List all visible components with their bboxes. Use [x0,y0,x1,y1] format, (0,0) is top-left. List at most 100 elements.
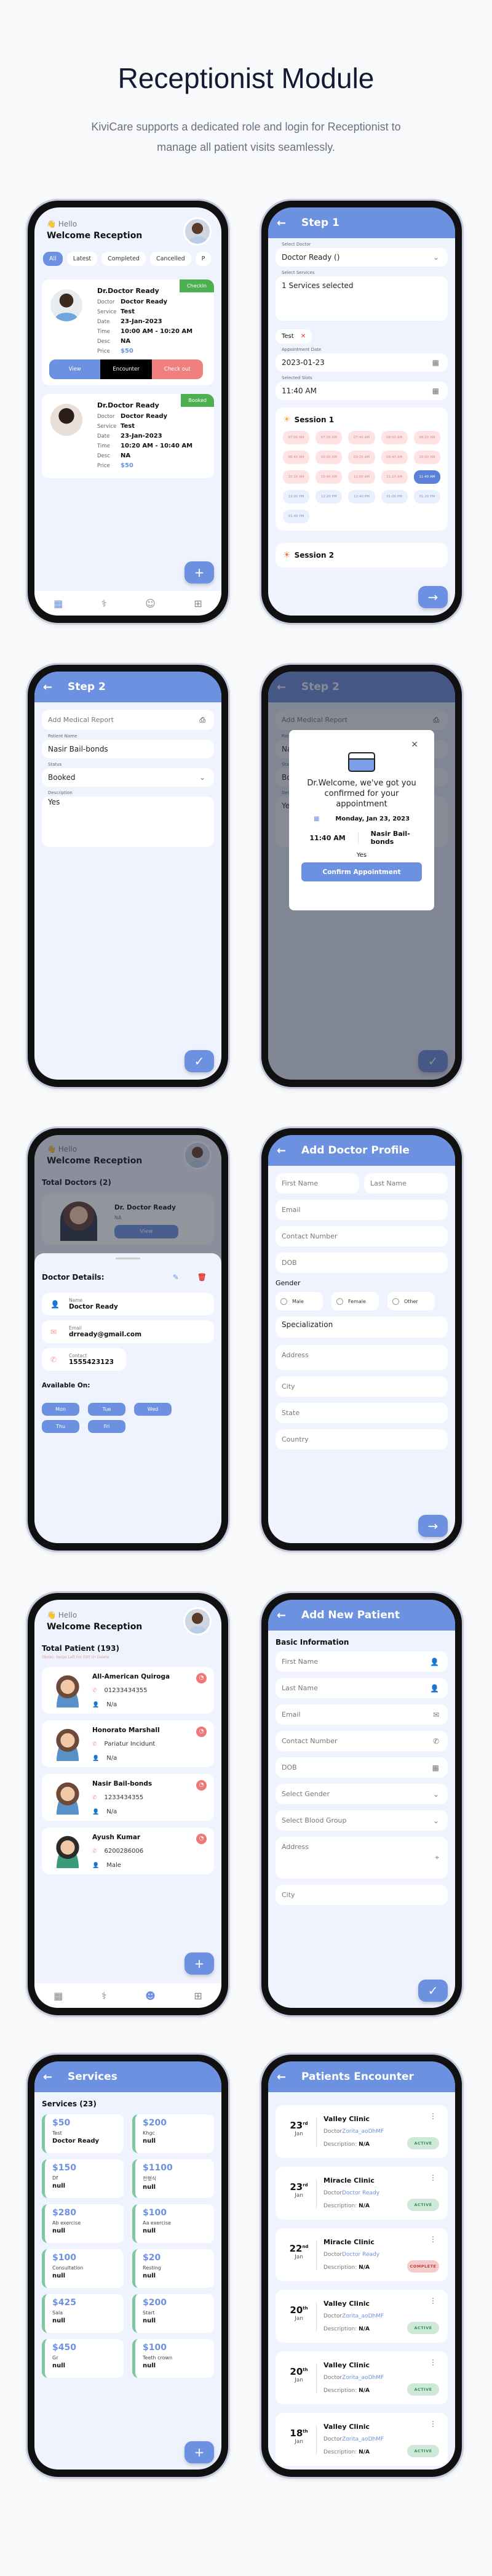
dashboard-gauge-icon[interactable]: ◔ [196,1673,207,1683]
service-card[interactable]: $280 Ab exercise null [42,2204,124,2243]
patient-card[interactable]: Honorato Marshall ✆ Pariatur Incidunt 👤 N/a ◔ [42,1720,214,1767]
close-icon[interactable]: ✕ [411,740,418,750]
time-slot[interactable]: 08:40 AM [283,451,310,464]
service-card[interactable]: $200 Khgc null [132,2114,214,2153]
time-slot[interactable]: 09:40 AM [381,451,408,464]
address-input[interactable]: Address ⌖ [276,1837,448,1879]
encounter-card[interactable]: 20th Jan Valley Clinic DoctorZorita_aoDhMF D… [276,2290,448,2343]
filter-latest[interactable]: Latest [66,252,98,266]
first-name-input[interactable]: First Name [276,1173,359,1194]
medical-report-upload[interactable]: Add Medical Report ⎙ [42,710,214,730]
encounter-card[interactable]: 23rd Jan Miracle Clinic DoctorDoctor Ready D… [276,2167,448,2220]
next-button[interactable]: → [418,1515,448,1537]
filter-all[interactable]: All [43,252,63,266]
service-card[interactable]: $150 Df null [42,2159,124,2198]
time-slot[interactable]: 01:40 PM [283,510,310,523]
doctor-icon[interactable]: ⚕ [101,598,107,609]
service-card[interactable]: $100 Consultation null [42,2249,124,2288]
last-name-input[interactable]: Last Name [364,1173,448,1194]
patient-field[interactable]: Nasir Bail-bonds [42,740,214,758]
service-card[interactable]: $20 Resting null [132,2249,214,2288]
submit-button[interactable]: ✓ [184,1050,214,1072]
time-slot[interactable]: 12:20 PM [315,490,343,504]
time-slot[interactable]: 08:20 AM [413,431,440,444]
patient-card[interactable]: All-American Quiroga ✆ 01233434355 👤 N/a ◔ [42,1667,214,1714]
calendar-icon[interactable]: ▦ [54,598,63,609]
last-name-input[interactable]: Last Name 👤 [276,1678,448,1698]
service-card[interactable]: $425 Sala null [42,2294,124,2333]
time-slot[interactable]: 08:00 AM [381,431,408,444]
more-vert-icon[interactable]: ⋮ [429,2359,437,2366]
back-arrow-icon[interactable]: ← [43,2071,68,2084]
address-input[interactable]: Address [276,1345,448,1370]
contact-input[interactable]: Contact Number ✆ [276,1731,448,1751]
doctor-icon[interactable]: ⚕ [101,1990,107,2002]
blood-group-select[interactable]: Select Blood Group ⌄ [276,1810,448,1831]
filter-more[interactable]: P [195,252,212,266]
time-slot[interactable]: 07:00 AM [283,431,310,444]
time-slot[interactable]: 11:20 AM [381,470,408,484]
time-slot[interactable]: 11:40 AM [413,470,440,484]
encounter-button[interactable]: Encounter [100,359,152,379]
city-input[interactable]: City [276,1885,448,1905]
checkout-button[interactable]: Check out [151,359,203,379]
patients-icon[interactable]: ☻ [145,1990,156,2002]
country-input[interactable]: Country [276,1429,448,1450]
date-field[interactable]: 2023-01-23 ▦ [276,353,448,372]
time-slot[interactable]: 09:00 AM [315,451,343,464]
grid-icon[interactable]: ⊞ [194,1990,202,2002]
dob-input[interactable]: DOB ▦ [276,1757,448,1778]
time-slot[interactable]: 07:40 AM [348,431,375,444]
appointment-card[interactable]: CheckIn Dr.Doctor Ready Doctor Doctor Rea… [42,279,214,385]
specialization-select[interactable]: Specialization [276,1317,448,1338]
service-card[interactable]: $1100 전형식 null [132,2159,214,2198]
more-vert-icon[interactable]: ⋮ [429,2297,437,2305]
edit-icon[interactable]: ✎ [173,1273,179,1282]
gender-male-radio[interactable]: Male [276,1292,323,1310]
gender-female-radio[interactable]: Female [331,1292,379,1310]
patients-icon[interactable]: ☺ [145,598,156,609]
time-slot[interactable]: 01:00 PM [381,490,408,504]
service-card[interactable]: $100 Teeth crown null [132,2339,214,2378]
email-input[interactable]: Email [276,1200,448,1220]
back-arrow-icon[interactable]: ← [277,2071,301,2084]
confirm-appointment-button[interactable]: Confirm Appointment [301,862,422,881]
next-button[interactable]: → [418,586,448,608]
encounter-card[interactable]: 22nd Jan Miracle Clinic DoctorDoctor Ready D… [276,2228,448,2281]
drag-handle[interactable] [116,1258,140,1259]
grid-icon[interactable]: ⊞ [194,598,202,609]
dashboard-gauge-icon[interactable]: ◔ [196,1834,207,1844]
email-input[interactable]: Email ✉ [276,1704,448,1725]
dashboard-gauge-icon[interactable]: ◔ [196,1727,207,1737]
city-input[interactable]: City [276,1376,448,1397]
time-slot[interactable]: 11:00 AM [348,470,375,484]
patient-card[interactable]: Ayush Kumar ✆ 6200286006 👤 Male ◔ [42,1828,214,1874]
add-service-button[interactable]: + [184,2441,214,2463]
filter-cancelled[interactable]: Cancelled [149,252,191,266]
delete-icon[interactable]: 🗑 [197,1273,207,1282]
encounter-card[interactable]: 18th Jan Valley Clinic DoctorZorita_aoDhMF D… [276,2413,448,2466]
more-vert-icon[interactable]: ⋮ [429,2420,437,2428]
back-arrow-icon[interactable]: ← [277,217,301,230]
description-field[interactable]: Yes [42,796,214,847]
dashboard-gauge-icon[interactable]: ◔ [196,1780,207,1791]
service-card[interactable]: $200 Start null [132,2294,214,2333]
filter-completed[interactable]: Completed [101,252,146,266]
encounter-card[interactable]: 23rd Jan Valley Clinic DoctorZorita_aoDhMF D… [276,2105,448,2158]
profile-avatar[interactable] [183,217,212,246]
services-select[interactable]: 1 Services selected [276,276,448,321]
more-vert-icon[interactable]: ⋮ [429,2174,437,2181]
view-button[interactable]: View [49,359,101,379]
doctor-select[interactable]: Doctor Ready () ⌄ [276,248,448,267]
add-patient-button[interactable]: + [184,1952,214,1975]
remove-icon[interactable]: ✕ [301,333,306,340]
time-slot[interactable]: 09:20 AM [348,451,375,464]
back-arrow-icon[interactable]: ← [277,1609,301,1622]
first-name-input[interactable]: First Name 👤 [276,1651,448,1672]
status-select[interactable]: Booked ⌄ [42,768,214,787]
state-input[interactable]: State [276,1403,448,1423]
time-slot[interactable]: 07:20 AM [315,431,343,444]
appointment-card[interactable]: Booked Dr.Doctor Ready Doctor Doctor Read… [42,394,214,478]
back-arrow-icon[interactable]: ← [277,1144,301,1157]
more-vert-icon[interactable]: ⋮ [429,2113,437,2120]
